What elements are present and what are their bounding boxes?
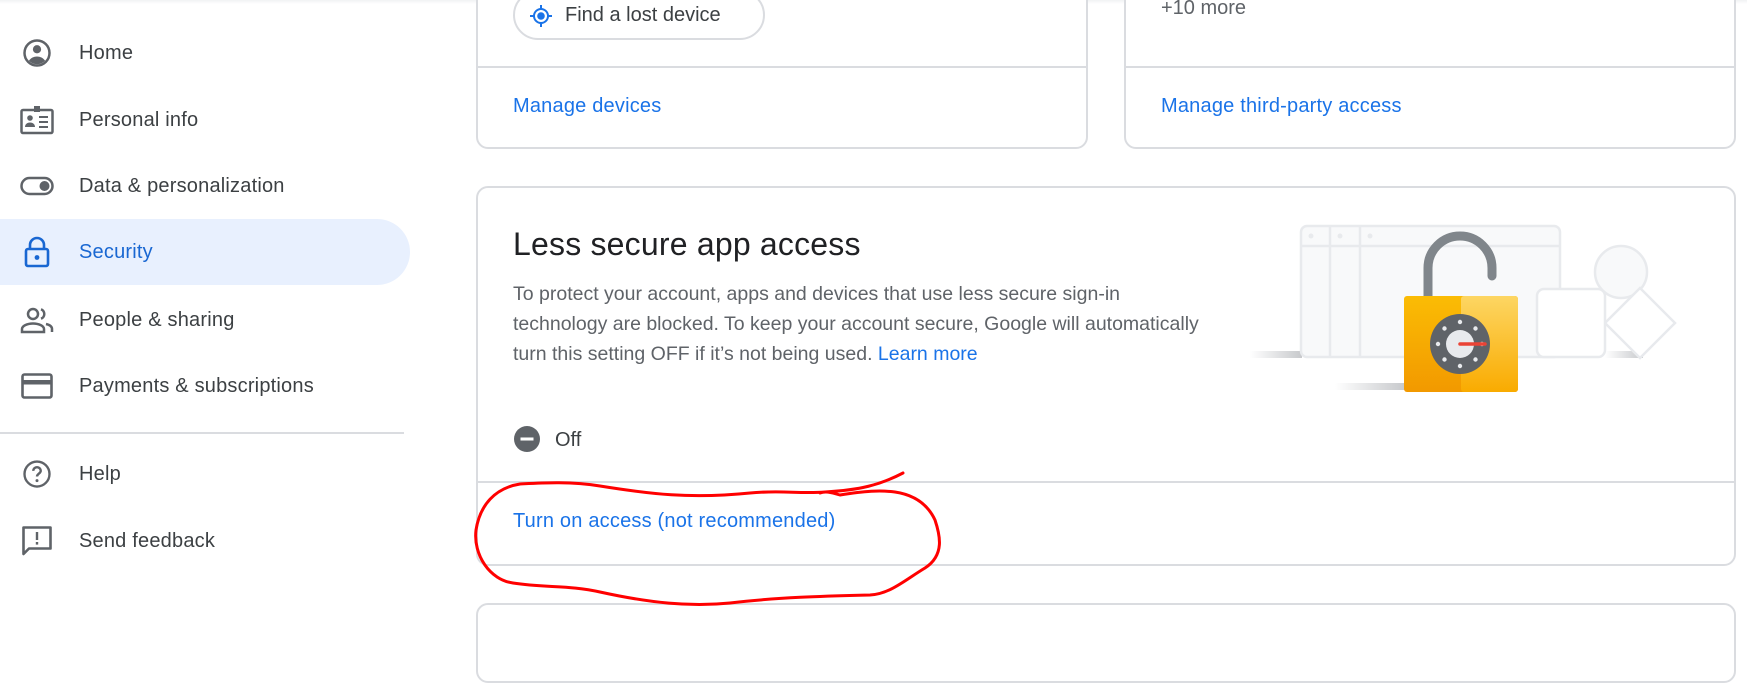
card-divider (1126, 66, 1734, 68)
sidebar-item-label: People & sharing (79, 308, 235, 331)
card-divider (478, 481, 1734, 483)
more-apps-count: +10 more (1161, 0, 1247, 19)
sidebar-item-label: Send feedback (79, 529, 216, 552)
sidebar-item-security[interactable]: Security (0, 219, 410, 285)
toggle-icon (19, 168, 55, 204)
sidebar-item-label: Home (79, 41, 134, 64)
account-circle-icon (19, 35, 55, 71)
card-divider (478, 66, 1086, 68)
unlocked-padlock-illustration (1250, 224, 1677, 392)
sidebar-item-label: Help (79, 462, 121, 485)
turn-on-access-link[interactable]: Turn on access (not recommended) (513, 510, 835, 533)
help-circle-icon (19, 456, 55, 492)
location-target-icon (529, 4, 553, 28)
feedback-icon (19, 523, 55, 559)
credit-card-icon (19, 368, 55, 404)
find-lost-device-label: Find a lost device (565, 4, 721, 26)
id-card-icon (19, 102, 55, 138)
manage-devices-link[interactable]: Manage devices (513, 95, 661, 118)
sidebar-item-label: Personal info (79, 108, 199, 131)
sidebar-item-data-personalization[interactable]: Data & personalization (0, 153, 410, 219)
floor-shadow-left (1250, 351, 1302, 358)
find-lost-device-button[interactable]: Find a lost device (513, 0, 765, 40)
description-text: To protect your account, apps and device… (513, 283, 1199, 365)
people-icon (19, 302, 55, 338)
sidebar-divider (0, 432, 404, 434)
card-title: Less secure app access (513, 226, 861, 262)
lock-icon (19, 234, 55, 270)
sidebar-item-people-sharing[interactable]: People & sharing (0, 287, 410, 353)
sidebar-item-label: Data & personalization (79, 174, 285, 197)
status-off-icon (514, 425, 540, 457)
next-card (476, 603, 1736, 683)
card-description: To protect your account, apps and device… (513, 279, 1213, 369)
floor-shadow-bottom (1335, 383, 1405, 390)
status-text: Off (555, 429, 582, 451)
third-party-access-card (1124, 0, 1736, 149)
sidebar-item-payments-subscriptions[interactable]: Payments & subscriptions (0, 353, 410, 419)
manage-third-party-access-link[interactable]: Manage third-party access (1161, 95, 1402, 118)
sidebar-item-help[interactable]: Help (0, 441, 410, 507)
sidebar-item-send-feedback[interactable]: Send feedback (0, 508, 410, 574)
sidebar-item-home[interactable]: Home (0, 20, 410, 86)
access-status: Off (514, 425, 581, 453)
sidebar-item-personal-info[interactable]: Personal info (0, 87, 410, 153)
sidebar-item-label: Payments & subscriptions (79, 374, 314, 397)
learn-more-link[interactable]: Learn more (878, 343, 978, 365)
sidebar-item-label: Security (79, 240, 153, 263)
